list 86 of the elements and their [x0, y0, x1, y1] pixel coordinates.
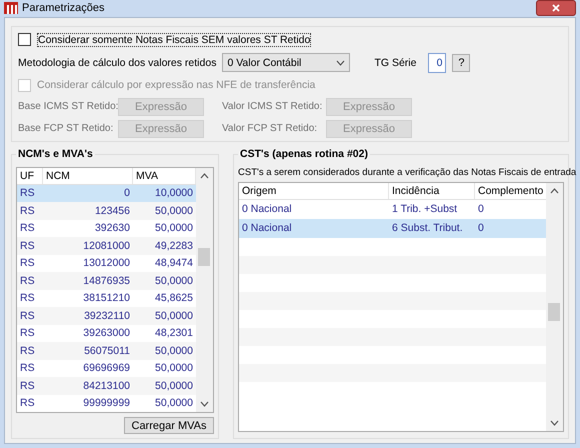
table-row[interactable]: RS 84213100 50,0000 — [17, 377, 196, 394]
table-cell-text: RS — [19, 292, 36, 304]
expression-label: Valor FCP ST Retido: — [222, 123, 318, 134]
group-title: CST's (apenas rotina #02) — [238, 148, 370, 160]
table-cell-text: 0 — [477, 203, 485, 215]
scroll-up-icon[interactable] — [200, 172, 209, 178]
table-cell-text: 13012000 — [82, 257, 131, 270]
expression-label: Base FCP ST Retido: — [18, 123, 114, 134]
table-cell-text: 1 Trib. +Subst — [391, 203, 458, 215]
chevron-down-icon — [336, 60, 346, 66]
table-cell-text: 50,0000 — [154, 380, 194, 392]
table-cell-text: 0 — [477, 222, 485, 234]
table-cell-text: 50,0000 — [154, 397, 194, 410]
window-title: Parametrizações — [22, 2, 106, 14]
methodology-dropdown[interactable]: 0 Valor Contábil — [222, 53, 350, 72]
table-cell-text: 56075011 — [83, 344, 131, 357]
methodology-label: Metodologia de cálculo dos valores retidos — [18, 56, 216, 68]
column-header[interactable]: UF — [17, 168, 43, 184]
table-cell-text: 99999999 — [82, 397, 131, 410]
table-cell-text: RS — [19, 397, 36, 410]
help-button[interactable]: ? — [452, 54, 470, 72]
table-cell-text: 48,9474 — [154, 257, 194, 270]
table-row[interactable]: 0 Nacional 6 Subst. Tribut. 0 — [239, 218, 546, 238]
close-button[interactable] — [536, 0, 576, 16]
table-cell-text: 6 Subst. Tribut. — [391, 222, 464, 234]
table-cell-text: RS — [19, 327, 36, 340]
table-cell-text: 38151210 — [82, 292, 131, 304]
table-cell-text: 69696969 — [82, 362, 131, 374]
load-mva-button[interactable]: Carregar MVAs — [124, 417, 214, 434]
table-cell-text: RS — [19, 344, 36, 357]
app-logo-icon — [4, 1, 18, 16]
scroll-thumb[interactable] — [548, 302, 560, 320]
scroll-down-icon[interactable] — [200, 401, 209, 407]
tg-serie-label: TG Série — [374, 56, 418, 68]
scroll-down-icon[interactable] — [550, 420, 559, 426]
table-cell-text: RS — [19, 274, 36, 287]
table-cell-text: 48,2301 — [154, 327, 194, 340]
checkbox-label: Considerar cálculo por expressão nas NFE de transferência — [37, 79, 316, 91]
scrollbar[interactable] — [546, 182, 563, 431]
table-cell-text: 39232110 — [83, 310, 131, 322]
table-row[interactable]: RS 12081000 49,2283 — [17, 237, 196, 254]
table-cell-text: RS — [19, 204, 36, 217]
table-cell-text: RS — [19, 362, 36, 374]
table-cell-text: RS — [19, 310, 36, 322]
table-row[interactable]: RS 56075011 50,0000 — [17, 342, 196, 360]
column-header[interactable]: Incidência — [389, 182, 475, 198]
table-cell-text: 50,0000 — [154, 344, 194, 357]
table-cell-text: 123456 — [94, 204, 131, 217]
table-cell-text: RS — [19, 240, 36, 252]
table-cell-text: 50,0000 — [154, 222, 194, 234]
group-title: NCM's e MVA's — [16, 148, 95, 160]
table-row[interactable]: RS 123456 50,0000 — [17, 202, 196, 220]
table-cell-text: 392630 — [94, 222, 131, 234]
table-cell-text: 50,0000 — [154, 274, 194, 287]
column-header[interactable]: Origem — [239, 182, 389, 198]
scroll-up-icon[interactable] — [550, 188, 559, 194]
table-row[interactable]: RS 39232110 50,0000 — [17, 307, 196, 324]
table-cell-text: 49,2283 — [154, 240, 194, 252]
table-cell-text: 12081000 — [82, 240, 131, 252]
table-cell-text: 50,0000 — [154, 362, 194, 374]
checkbox-label: Considerar somente Notas Fiscais SEM valores ST Retido — [37, 32, 312, 46]
table-cell-text: 84213100 — [82, 380, 131, 392]
checkbox[interactable] — [18, 33, 31, 46]
table-cell-text: 14876935 — [82, 274, 131, 287]
table-cell-text: 0 — [123, 187, 131, 200]
table-row[interactable]: RS 14876935 50,0000 — [17, 272, 196, 290]
scroll-thumb[interactable] — [198, 248, 210, 266]
column-header[interactable]: NCM — [43, 168, 133, 184]
close-icon — [552, 4, 560, 12]
table-cell-text: 10,0000 — [154, 187, 194, 200]
table-cell-text: RS — [19, 187, 36, 200]
table-cell-text: RS — [19, 257, 36, 270]
table-cell-text: 45,8625 — [154, 292, 194, 304]
table-cell-text: RS — [19, 222, 36, 234]
table-cell-text: 0 Nacional — [241, 222, 293, 234]
expression-label: Base ICMS ST Retido: — [18, 101, 118, 112]
scrollbar[interactable] — [196, 168, 213, 412]
table-row[interactable]: RS 0 10,0000 — [17, 184, 196, 202]
table-cell-text: 39263000 — [82, 327, 131, 340]
table-cell-text: 50,0000 — [154, 310, 194, 322]
table-cell-text: 0 Nacional — [241, 203, 293, 215]
table-cell-text: 50,0000 — [154, 204, 194, 217]
description-text: CST's a serem considerados durante a verificação das Notas Fiscais de entrada — [238, 166, 576, 178]
tg-serie-field[interactable]: 0 — [428, 52, 446, 72]
table-cell-text: RS — [19, 380, 36, 392]
expression-label: Valor ICMS ST Retido: — [222, 101, 322, 112]
